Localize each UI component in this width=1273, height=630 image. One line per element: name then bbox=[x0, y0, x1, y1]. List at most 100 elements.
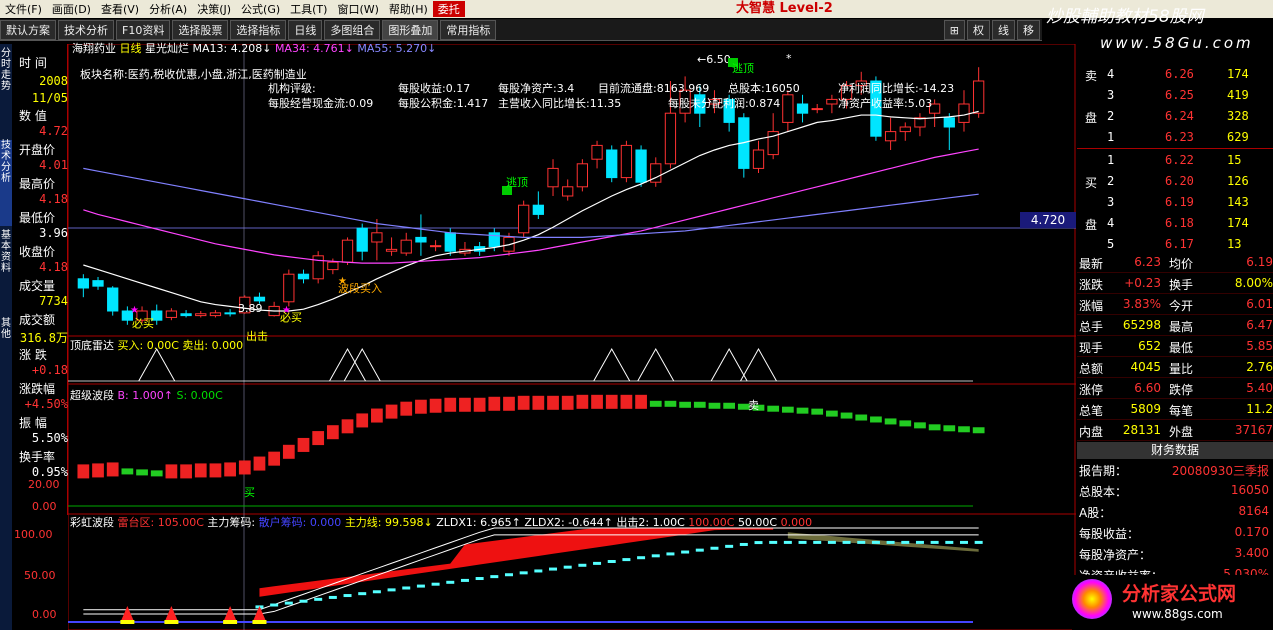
wave-bar bbox=[224, 462, 236, 477]
rainbow-cyan-dash bbox=[651, 554, 660, 558]
ob-price: 6.23 bbox=[1165, 130, 1194, 144]
ob-level: 4 bbox=[1107, 216, 1115, 230]
wave-bar bbox=[459, 397, 471, 412]
rainbow-k: 0.000 bbox=[780, 516, 813, 529]
rainbow-cyan-dash bbox=[857, 540, 866, 544]
menu-item-6[interactable]: 工具(T) bbox=[285, 1, 332, 17]
radar-peak bbox=[740, 347, 777, 382]
candle-body bbox=[606, 149, 618, 179]
rainbow-triangle bbox=[121, 606, 134, 620]
wave-bar bbox=[385, 404, 398, 419]
wave-bar bbox=[532, 395, 545, 410]
peak-label: ←6.50 bbox=[697, 53, 731, 66]
nav-tab-0[interactable]: 分时走势 bbox=[0, 48, 12, 136]
candle-body bbox=[371, 232, 383, 243]
close-value: 4.18 bbox=[39, 260, 68, 274]
candle-body bbox=[415, 236, 427, 243]
time-label: 时 间 bbox=[19, 56, 47, 70]
ob-volume: 13 bbox=[1227, 237, 1242, 251]
toolbar-btn-8[interactable]: 常用指标 bbox=[440, 19, 497, 40]
left-nav: 分时走势技术分析基本资料其他 bbox=[0, 44, 12, 630]
period-label: 日线 bbox=[119, 42, 142, 55]
toolbar-btn-3[interactable]: 选择股票 bbox=[172, 19, 229, 40]
ob-volume: 328 bbox=[1227, 109, 1249, 123]
menu-item-3[interactable]: 分析(A) bbox=[144, 1, 192, 17]
rainbow-d: 0.000 bbox=[309, 516, 342, 529]
wave-bar bbox=[517, 395, 530, 410]
menu-item-7[interactable]: 窗口(W) bbox=[332, 1, 383, 17]
candle-body bbox=[811, 108, 823, 111]
stat-value-2: 2.76 bbox=[1246, 360, 1273, 374]
ob-level: 2 bbox=[1107, 174, 1115, 188]
finance-value: 16050 bbox=[1230, 483, 1269, 497]
wave-header: 超级波段 B: 1.000↑ S: 0.00C bbox=[70, 387, 223, 403]
menu-item-9[interactable]: 委托 bbox=[432, 1, 465, 17]
finance-key: A股： bbox=[1079, 506, 1112, 520]
nav-tab-2[interactable]: 基本资料 bbox=[0, 230, 12, 314]
sell-signal-text-2: 逃顶 bbox=[506, 176, 528, 189]
menu-item-0[interactable]: 文件(F) bbox=[0, 1, 47, 17]
nav-tab-1[interactable]: 技术分析 bbox=[0, 140, 12, 226]
menu-item-8[interactable]: 帮助(H) bbox=[384, 1, 433, 17]
stat-label: 总额 bbox=[1079, 362, 1104, 376]
ob-sell-row-1: 3 6.25 419 bbox=[1077, 85, 1273, 106]
ob-price: 6.26 bbox=[1165, 67, 1194, 81]
toolbar-btn-7[interactable]: 图形叠加 bbox=[382, 19, 439, 40]
wave-bar bbox=[576, 394, 589, 409]
toolbar-right-btn-1[interactable]: 权 bbox=[967, 19, 990, 40]
wave-bar bbox=[121, 468, 134, 475]
rainbow-yellow-bar bbox=[252, 620, 267, 624]
toolbar-right-btn-0[interactable]: ⊞ bbox=[943, 19, 965, 40]
toolbar-btn-2[interactable]: F10资料 bbox=[116, 19, 171, 40]
wave-bar bbox=[870, 416, 882, 423]
nav-tab-3[interactable]: 其他 bbox=[0, 318, 12, 378]
wave-bar bbox=[444, 397, 457, 412]
menu-item-4[interactable]: 决策(J) bbox=[192, 1, 236, 17]
stat-value: 65298 bbox=[1122, 318, 1161, 332]
candle-body bbox=[782, 94, 794, 123]
wave-bar bbox=[723, 402, 736, 409]
candle-body bbox=[253, 296, 266, 302]
rainbow-cyan-dash bbox=[431, 582, 440, 586]
rainbow-cyan-dash bbox=[930, 540, 939, 544]
rainbow-cyan-dash bbox=[328, 595, 337, 599]
toolbar-btn-1[interactable]: 技术分析 bbox=[58, 19, 114, 40]
rainbow-cyan-dash bbox=[827, 540, 836, 544]
candle-body bbox=[209, 312, 222, 317]
toolbar-right-btn-3[interactable]: 移 bbox=[1017, 19, 1040, 40]
rainbow-yellow-bar bbox=[223, 620, 238, 624]
toolbar-btn-0[interactable]: 默认方案 bbox=[0, 19, 56, 40]
rainbow-cyan-dash bbox=[299, 599, 308, 603]
toolbar-right-btn-2[interactable]: 线 bbox=[992, 19, 1015, 40]
rainbow-cyan-dash bbox=[710, 546, 719, 550]
amount-label: 成交额 bbox=[19, 313, 56, 327]
total-share-text: 总股本:16050 bbox=[728, 82, 800, 95]
ob-level: 3 bbox=[1107, 88, 1115, 102]
wave-bar bbox=[282, 444, 295, 459]
wave-bar bbox=[106, 462, 119, 477]
stat-value: 652 bbox=[1138, 339, 1161, 353]
finance-value: 20080930三季报 bbox=[1171, 464, 1269, 478]
volume-label: 成交量 bbox=[19, 279, 56, 293]
toolbar-btn-4[interactable]: 选择指标 bbox=[230, 19, 287, 40]
high-value: 4.18 bbox=[39, 192, 68, 206]
stat-value: 3.83% bbox=[1122, 297, 1161, 311]
year-value: 2008 bbox=[39, 74, 68, 88]
menu-item-5[interactable]: 公式(G) bbox=[236, 1, 285, 17]
open-value: 4.01 bbox=[39, 158, 68, 172]
radar-peak bbox=[138, 347, 176, 382]
menu-item-2[interactable]: 查看(V) bbox=[96, 1, 144, 17]
stock-header: 海翔药业 日线 星光灿烂 MA13: 4.208↓ MA34: 4.761↓ M… bbox=[72, 40, 436, 56]
menu-item-1[interactable]: 画面(D) bbox=[47, 1, 96, 17]
candle-body bbox=[429, 245, 442, 248]
buy-label-2: 必买 bbox=[280, 311, 302, 324]
stat-label: 内盘 bbox=[1079, 425, 1104, 439]
radar-buy: 买入: 0.00C bbox=[117, 339, 179, 352]
wave-bar bbox=[591, 394, 603, 409]
toolbar-btn-6[interactable]: 多图组合 bbox=[324, 19, 381, 40]
candle-body bbox=[899, 126, 911, 133]
toolbar-btn-5[interactable]: 日线 bbox=[288, 19, 323, 40]
price-tag: 4.720 bbox=[1020, 212, 1076, 228]
wave-s: S: 0.00C bbox=[176, 389, 223, 402]
sell-signal-text: 逃顶 bbox=[732, 62, 754, 75]
